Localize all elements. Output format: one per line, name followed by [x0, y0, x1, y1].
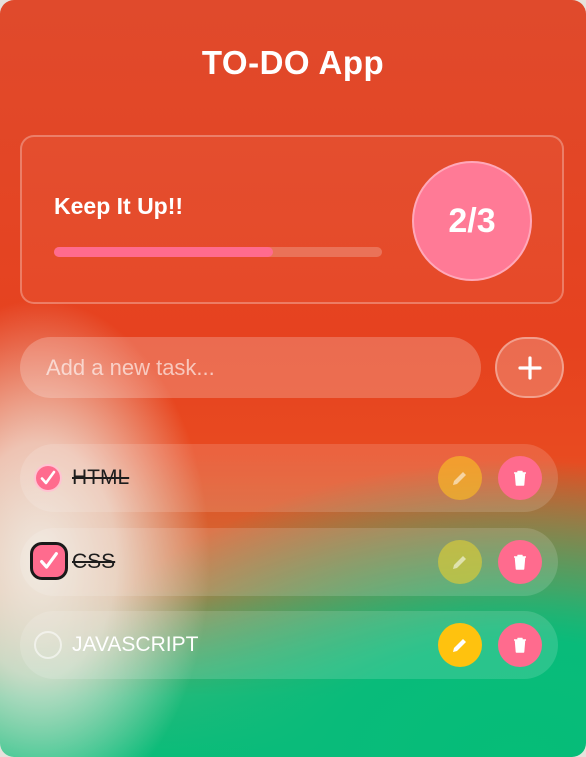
progress-bar-fill [54, 247, 273, 257]
app-window: TO-DO App Keep It Up!! 2/3 HTML [0, 0, 586, 757]
check-icon [40, 470, 56, 485]
edit-task-button[interactable] [438, 540, 482, 584]
task-checkbox[interactable] [34, 464, 62, 492]
trash-icon [514, 554, 526, 570]
delete-task-button[interactable] [498, 540, 542, 584]
delete-task-button[interactable] [498, 623, 542, 667]
app-title: TO-DO App [201, 44, 385, 81]
edit-task-button[interactable] [438, 623, 482, 667]
progress-card: Keep It Up!! 2/3 [20, 135, 564, 304]
pencil-icon [453, 556, 466, 569]
task-label: JAVASCRIPT [72, 633, 199, 656]
task-label: CSS [72, 550, 116, 573]
pencil-icon [453, 472, 466, 485]
progress-bar [54, 247, 382, 257]
task-label: HTML [72, 466, 130, 489]
task-item: JAVASCRIPT [20, 611, 558, 679]
task-checkbox[interactable] [34, 631, 62, 659]
trash-icon [514, 470, 526, 486]
check-icon [40, 552, 58, 569]
new-task-input[interactable] [20, 337, 481, 398]
edit-task-button[interactable] [438, 456, 482, 500]
task-item: CSS [20, 528, 558, 596]
delete-task-button[interactable] [498, 456, 542, 500]
progress-message: Keep It Up!! [54, 193, 184, 219]
pencil-icon [453, 639, 466, 652]
add-task-button[interactable] [495, 337, 564, 398]
task-counter-badge: 2/3 [412, 161, 532, 281]
task-item: HTML [20, 444, 558, 512]
trash-icon [514, 637, 526, 653]
task-checkbox[interactable] [30, 542, 68, 580]
plus-icon [517, 355, 542, 380]
